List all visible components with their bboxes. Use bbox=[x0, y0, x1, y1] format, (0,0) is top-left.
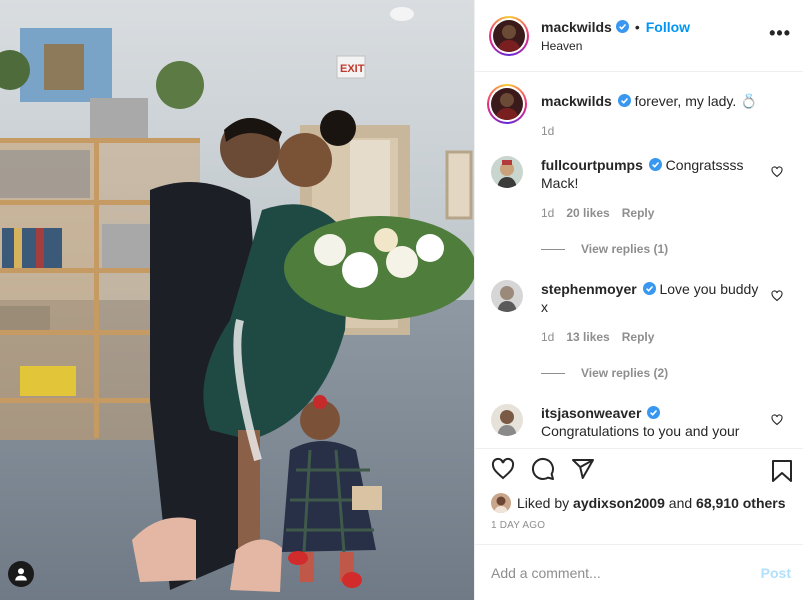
caption-meta: 1d bbox=[541, 124, 761, 138]
comment-item: stephenmoyer Love you buddy x 1d 13 like… bbox=[491, 280, 787, 344]
view-replies-label: View replies (1) bbox=[581, 242, 669, 256]
verified-icon bbox=[617, 94, 631, 107]
bookmark-icon[interactable] bbox=[771, 459, 793, 483]
more-options-button[interactable]: ••• bbox=[769, 24, 791, 42]
user-tag-icon bbox=[15, 568, 27, 581]
comment-age[interactable]: 1d bbox=[541, 206, 554, 220]
comment-username[interactable]: itsjasonweaver bbox=[541, 405, 641, 421]
replies-divider bbox=[541, 372, 565, 374]
comment-item: fullcourtpumps Congratssss Mack! 1d 20 l… bbox=[491, 156, 787, 220]
avatar-image bbox=[491, 280, 523, 312]
share-icon[interactable] bbox=[571, 457, 595, 481]
post-photo[interactable]: EXIT bbox=[0, 0, 474, 600]
comments-list[interactable]: mackwilds forever, my lady. 💍 1d fullcou… bbox=[475, 72, 803, 448]
verified-icon bbox=[648, 158, 662, 171]
comment-meta: 1d 20 likes Reply bbox=[541, 206, 761, 220]
comment-age[interactable]: 1d bbox=[541, 330, 554, 344]
comment-avatar[interactable] bbox=[491, 404, 523, 436]
caption-username[interactable]: mackwilds bbox=[541, 93, 612, 109]
svg-text:EXIT: EXIT bbox=[340, 63, 365, 75]
comment-text: itsjasonweaver Congratulations to you an… bbox=[541, 404, 761, 440]
follow-button[interactable]: Follow bbox=[646, 19, 690, 35]
post-side-panel: mackwilds • Follow Heaven ••• mackwilds … bbox=[474, 0, 803, 600]
comment-text: fullcourtpumps Congratssss Mack! bbox=[541, 156, 761, 192]
avatar-image bbox=[491, 156, 523, 188]
caption-item: mackwilds forever, my lady. 💍 1d bbox=[487, 84, 787, 138]
heart-icon[interactable] bbox=[491, 457, 515, 481]
caption-text: mackwilds forever, my lady. 💍 bbox=[541, 92, 761, 110]
likes-summary: Liked by aydixson2009 and 68,910 others bbox=[475, 488, 803, 518]
comment-icon[interactable] bbox=[531, 457, 555, 481]
comment-like-heart-icon[interactable] bbox=[771, 166, 783, 178]
comment-username[interactable]: fullcourtpumps bbox=[541, 157, 643, 173]
post-comment-button[interactable]: Post bbox=[761, 565, 791, 581]
comment-input[interactable] bbox=[491, 564, 761, 581]
comment-body: Congratulations to you and your bbox=[541, 423, 740, 439]
verified-icon bbox=[642, 282, 656, 295]
comment-composer: Post bbox=[475, 544, 803, 600]
view-replies-button[interactable]: View replies (2) bbox=[541, 366, 787, 380]
post-timestamp[interactable]: 1 DAY AGO bbox=[475, 518, 803, 544]
comment-likes[interactable]: 20 likes bbox=[566, 206, 609, 220]
comment-meta: 1d 13 likes Reply bbox=[541, 330, 761, 344]
avatar-image bbox=[491, 404, 523, 436]
comment-avatar[interactable] bbox=[491, 156, 523, 188]
action-bar bbox=[475, 448, 803, 488]
likes-middle: and bbox=[668, 495, 693, 511]
avatar-image bbox=[491, 88, 523, 120]
header-text: mackwilds • Follow Heaven bbox=[541, 19, 690, 53]
liker-avatar[interactable] bbox=[491, 493, 511, 513]
comment-like-heart-icon[interactable] bbox=[771, 290, 783, 302]
caption-age[interactable]: 1d bbox=[541, 124, 554, 138]
likes-user[interactable]: aydixson2009 bbox=[573, 495, 665, 511]
reply-button[interactable]: Reply bbox=[622, 330, 655, 344]
comment-avatar[interactable] bbox=[491, 280, 523, 312]
view-replies-button[interactable]: View replies (1) bbox=[541, 242, 787, 256]
post-location[interactable]: Heaven bbox=[541, 39, 690, 53]
instagram-post-modal: EXIT mackwilds • Follow Heaven ••• mackw… bbox=[0, 0, 803, 600]
avatar-image bbox=[491, 493, 511, 513]
user-tag-button[interactable] bbox=[8, 561, 34, 587]
reply-button[interactable]: Reply bbox=[622, 206, 655, 220]
replies-divider bbox=[541, 248, 565, 250]
view-replies-label: View replies (2) bbox=[581, 366, 669, 380]
comment-item: itsjasonweaver Congratulations to you an… bbox=[491, 404, 787, 440]
comment-like-heart-icon[interactable] bbox=[771, 414, 783, 426]
author-username[interactable]: mackwilds bbox=[541, 19, 612, 35]
verified-icon bbox=[647, 406, 661, 419]
comment-likes[interactable]: 13 likes bbox=[566, 330, 609, 344]
photo-scene: EXIT bbox=[0, 0, 474, 600]
likes-prefix: Liked by bbox=[517, 495, 570, 511]
header-separator: • bbox=[634, 18, 640, 35]
post-header: mackwilds • Follow Heaven ••• bbox=[475, 0, 803, 72]
comment-username[interactable]: stephenmoyer bbox=[541, 281, 637, 297]
likes-count[interactable]: 68,910 others bbox=[696, 495, 786, 511]
verified-icon bbox=[615, 20, 629, 33]
caption-body: forever, my lady. 💍 bbox=[634, 93, 758, 109]
author-avatar[interactable] bbox=[489, 15, 529, 56]
comment-text: stephenmoyer Love you buddy x bbox=[541, 280, 761, 316]
caption-avatar[interactable] bbox=[487, 84, 527, 124]
avatar-image bbox=[493, 19, 525, 52]
